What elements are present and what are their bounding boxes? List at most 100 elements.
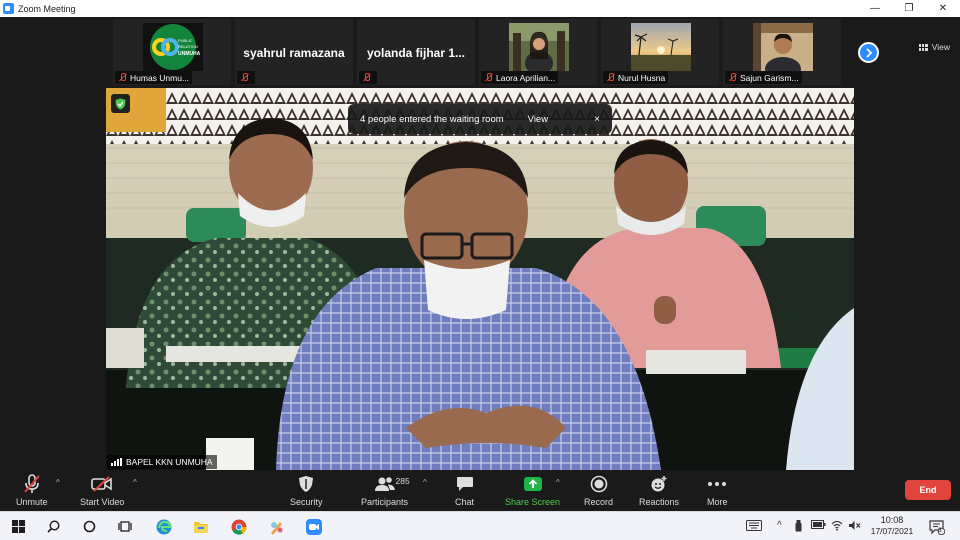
- window-controls: — ❐ ✕: [858, 0, 960, 17]
- search-icon[interactable]: [45, 518, 62, 535]
- restore-button[interactable]: ❐: [892, 0, 926, 17]
- svg-text:UNMUHA: UNMUHA: [178, 51, 201, 57]
- unmute-button[interactable]: Unmute: [16, 474, 48, 507]
- waiting-room-notification: 4 people entered the waiting room View ×: [348, 104, 612, 134]
- active-speaker-video: [106, 88, 854, 470]
- smiley-plus-icon: [650, 474, 668, 494]
- share-screen-label: Share Screen: [505, 497, 561, 507]
- participant-tile[interactable]: Sajun Garism...: [723, 19, 841, 85]
- record-button[interactable]: Record: [584, 474, 613, 507]
- windows-start-icon[interactable]: [10, 518, 27, 535]
- edge-browser-icon[interactable]: [155, 518, 172, 535]
- volume-muted-icon[interactable]: [848, 520, 861, 534]
- participants-count: 285: [395, 476, 410, 486]
- participant-label: [237, 71, 255, 84]
- zoom-taskbar-icon[interactable]: [305, 518, 322, 535]
- participant-name: Sajun Garism...: [740, 72, 799, 83]
- participant-tile[interactable]: syahrul ramazana: [235, 19, 353, 85]
- usb-device-icon[interactable]: [795, 520, 802, 535]
- participant-display-name: yolanda fijhar 1...: [366, 46, 466, 60]
- share-screen-button[interactable]: Share Screen: [505, 474, 560, 507]
- signal-bars-icon: [111, 458, 122, 466]
- close-button[interactable]: ✕: [926, 0, 960, 17]
- participant-label: [359, 71, 377, 84]
- keyboard-icon[interactable]: [746, 520, 762, 534]
- participant-display-name: syahrul ramazana: [243, 46, 345, 60]
- participants-label: Participants: [361, 497, 409, 507]
- reactions-label: Reactions: [639, 497, 680, 507]
- show-hidden-icons-chevron-icon[interactable]: ^: [777, 520, 782, 531]
- wifi-icon[interactable]: [831, 520, 843, 534]
- title-bar: Zoom Meeting — ❐ ✕: [0, 0, 960, 17]
- participant-tile[interactable]: PUBLIC RELATION UNMUHA Humas Unmu...: [113, 19, 231, 85]
- speaker-name: BAPEL KKN UNMUHA: [126, 457, 213, 467]
- chat-button[interactable]: Chat: [455, 474, 474, 507]
- video-options-caret-icon[interactable]: ^: [133, 478, 137, 487]
- clock-time: 10:08: [880, 515, 904, 525]
- more-label: More: [707, 497, 728, 507]
- mic-muted-icon: [362, 73, 371, 82]
- next-page-button[interactable]: [858, 42, 879, 63]
- mic-muted-icon: [728, 73, 737, 82]
- share-screen-arrow-icon: [523, 474, 543, 494]
- active-speaker-label: BAPEL KKN UNMUHA: [107, 455, 217, 469]
- reactions-button[interactable]: Reactions: [639, 474, 679, 507]
- chat-label: Chat: [455, 497, 475, 507]
- notification-center-icon[interactable]: 3: [928, 518, 945, 535]
- participant-label: Sajun Garism...: [725, 71, 802, 84]
- window-title: Zoom Meeting: [18, 3, 76, 14]
- more-button[interactable]: More: [707, 474, 728, 507]
- security-label: Security: [290, 497, 323, 507]
- clock-date: 17/07/2021: [870, 526, 914, 536]
- participants-options-caret-icon[interactable]: ^: [423, 478, 427, 487]
- mic-muted-icon: [240, 73, 249, 82]
- participant-strip: PUBLIC RELATION UNMUHA Humas Unmu... sya…: [0, 17, 960, 87]
- end-meeting-button[interactable]: End: [905, 480, 951, 500]
- cortana-icon[interactable]: [81, 518, 98, 535]
- svg-text:RELATION: RELATION: [178, 44, 198, 49]
- chrome-browser-icon[interactable]: [230, 518, 247, 535]
- notification-message: 4 people entered the waiting room: [360, 113, 504, 125]
- task-view-icon[interactable]: [116, 518, 133, 535]
- start-video-button[interactable]: Start Video: [80, 474, 124, 507]
- view-label: View: [931, 42, 950, 52]
- meeting-toolbar: Unmute ^ Start Video ^ Security 285 Part…: [0, 470, 960, 511]
- battery-icon[interactable]: [811, 520, 826, 532]
- mic-muted-icon: [118, 73, 127, 82]
- paint-app-icon[interactable]: [268, 518, 285, 535]
- video-off-icon: [91, 474, 113, 494]
- shield-check-icon: [115, 98, 126, 109]
- unmute-label: Unmute: [16, 497, 48, 507]
- participant-tile[interactable]: yolanda fijhar 1...: [357, 19, 475, 85]
- security-shield-badge[interactable]: [111, 94, 130, 113]
- participants-icon: 285: [374, 474, 410, 494]
- taskbar-clock[interactable]: 10:08 17/07/2021: [866, 515, 918, 536]
- grid-view-icon: [918, 43, 928, 51]
- participants-button[interactable]: 285 Participants: [361, 474, 410, 507]
- file-explorer-icon[interactable]: [192, 518, 209, 535]
- participant-logo: PUBLIC RELATION UNMUHA: [143, 23, 203, 71]
- notification-view-button[interactable]: View: [528, 114, 548, 125]
- mic-muted-icon: [606, 73, 615, 82]
- audio-options-caret-icon[interactable]: ^: [56, 478, 60, 487]
- participant-tile[interactable]: Laora Aprilian...: [479, 19, 597, 85]
- participant-name: Humas Unmu...: [130, 72, 190, 83]
- record-label: Record: [584, 497, 614, 507]
- notification-close-button[interactable]: ×: [594, 114, 600, 125]
- notification-count: 3: [938, 527, 942, 534]
- participant-label: Laora Aprilian...: [481, 71, 559, 84]
- chevron-right-icon: [865, 47, 872, 58]
- zoom-app-icon: [3, 3, 14, 14]
- start-video-label: Start Video: [80, 497, 125, 507]
- zoom-window: Zoom Meeting — ❐ ✕ PUBLIC RELATION UNMUH…: [0, 0, 960, 540]
- participant-photo: [631, 23, 691, 71]
- view-button[interactable]: View: [918, 42, 950, 52]
- minimize-button[interactable]: —: [858, 0, 892, 17]
- windows-taskbar: ^ 10:08 17/07/2021 3: [0, 511, 960, 540]
- security-button[interactable]: Security: [290, 474, 323, 507]
- chat-bubble-icon: [456, 474, 474, 494]
- mic-muted-icon: [484, 73, 493, 82]
- more-dots-icon: [707, 474, 727, 494]
- share-options-caret-icon[interactable]: ^: [556, 478, 560, 487]
- participant-tile[interactable]: Nurul Husna: [601, 19, 719, 85]
